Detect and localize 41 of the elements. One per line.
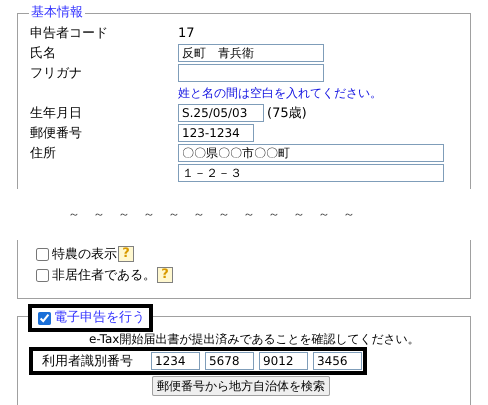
field-label: フリガナ xyxy=(30,66,82,80)
section-legend: 基本情報 xyxy=(29,5,85,21)
field-label: 氏名 xyxy=(30,46,56,60)
checkbox[interactable] xyxy=(36,268,49,282)
field-label: 住所 xyxy=(30,146,56,160)
break-mark: ～ xyxy=(93,206,105,223)
notice-text: e-Tax開始届出書が提出済みであることを確認してください。 xyxy=(88,332,420,347)
age-text: (75歳) xyxy=(267,104,307,122)
option-label: 非居住者である。 xyxy=(52,267,156,284)
input-field[interactable]: S.25/05/03 xyxy=(178,104,264,122)
break-mark: ～ xyxy=(343,206,355,223)
break-mark: ～ xyxy=(118,206,130,223)
input-field[interactable]: 5678 xyxy=(205,352,254,370)
input-field[interactable]: 123-1234 xyxy=(178,124,254,142)
break-mark: ～ xyxy=(168,206,180,223)
field-label: 利用者識別番号 xyxy=(42,353,134,370)
field-label: 生年月日 xyxy=(30,106,82,120)
break-mark: ～ xyxy=(268,206,280,223)
input-field[interactable]: 9012 xyxy=(259,352,308,370)
field-value: 17 xyxy=(178,24,195,42)
hint-text: 姓と名の間は空白を入れてください。 xyxy=(178,84,382,102)
input-field[interactable]: １－２－３ xyxy=(178,164,444,182)
break-mark: ～ xyxy=(193,206,205,223)
break-mark: ～ xyxy=(143,206,155,223)
break-mark: ～ xyxy=(318,206,330,223)
input-field[interactable] xyxy=(178,64,324,82)
break-mark: ～ xyxy=(218,206,230,223)
input-field[interactable]: 1234 xyxy=(151,352,200,370)
input-field[interactable]: 3456 xyxy=(313,352,362,370)
field-label: 郵便番号 xyxy=(30,126,82,140)
field-label: 申告者コード xyxy=(30,26,108,40)
option-label: 特農の表示 xyxy=(52,246,117,263)
search-button[interactable]: 郵便番号から地方自治体を検索 xyxy=(152,376,330,396)
break-mark: ～ xyxy=(293,206,305,223)
checkbox-label: 電子申告を行う xyxy=(54,309,145,327)
checkbox[interactable] xyxy=(36,248,49,260)
break-mark: ～ xyxy=(243,206,255,223)
checkbox[interactable] xyxy=(38,312,51,324)
input-field[interactable]: 〇〇県〇〇市〇〇町 xyxy=(178,144,444,162)
break-mark: ～ xyxy=(68,206,80,223)
input-field[interactable]: 反町 青兵衛 xyxy=(178,44,324,62)
